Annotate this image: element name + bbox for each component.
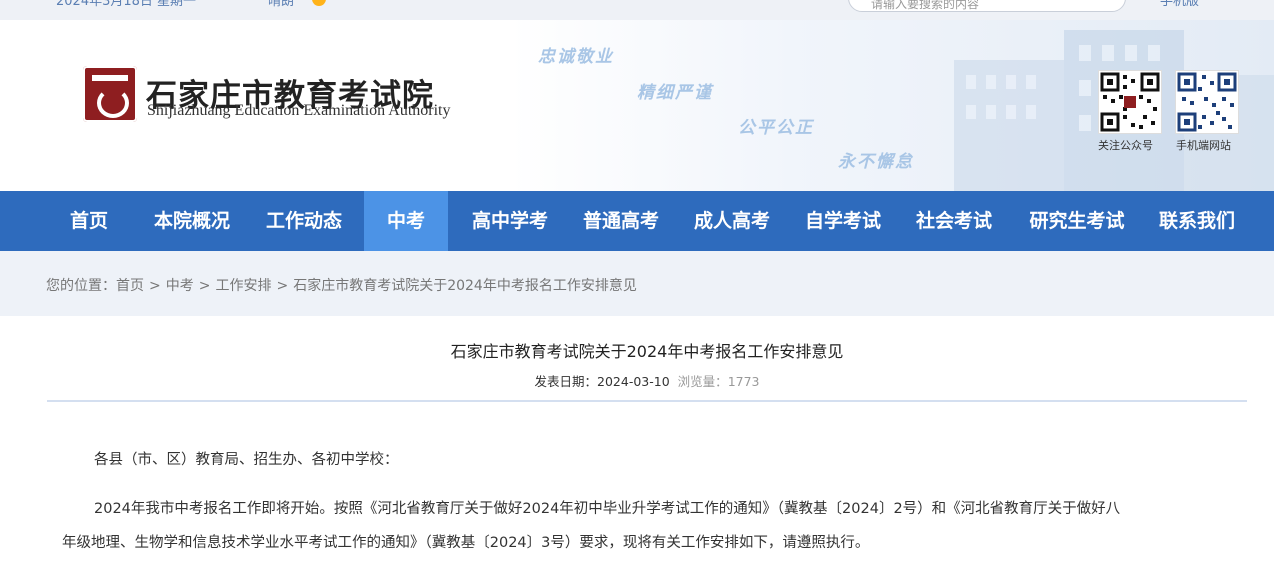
breadcrumb: 您的位置：首页 > 中考 > 工作安排 > 石家庄市教育考试院关于2024年中考报名工作安排… [46, 275, 637, 295]
sun-icon [312, 0, 326, 6]
breadcrumb-prefix: 您的位置： [46, 278, 116, 294]
search-input[interactable]: 请输入要搜索的内容 [848, 0, 1126, 12]
breadcrumb-separator: > [276, 278, 289, 294]
views-label: 浏览量： [677, 374, 728, 389]
nav-item-contact[interactable]: 联系我们 [1145, 191, 1249, 251]
mobile-site-qr-code [1175, 70, 1239, 134]
article-title: 石家庄市教育考试院关于2024年中考报名工作安排意见 [450, 342, 844, 361]
mobile-site-qr-label: 手机端网站 [1176, 139, 1231, 152]
wechat-qr-label: 关注公众号 [1098, 139, 1153, 152]
breadcrumb-current-article[interactable]: 石家庄市教育考试院关于2024年中考报名工作安排意见 [293, 278, 637, 294]
breadcrumb-zhongkao[interactable]: 中考 [166, 278, 194, 294]
weather-text: 晴朗 [268, 0, 295, 9]
site-title-english: Shijiazhuang Education Examination Autho… [147, 102, 451, 119]
nav-item-adult-exam[interactable]: 成人高考 [680, 191, 784, 251]
motto-3: 公平公正 [738, 118, 814, 138]
nav-item-home[interactable]: 首页 [50, 191, 128, 251]
breadcrumb-work-arrangement[interactable]: 工作安排 [215, 278, 271, 294]
title-divider [47, 400, 1247, 402]
article-paragraph-line-1: 2024年我市中考报名工作即将开始。按照《河北省教育厅关于做好2024年初中毕业… [94, 501, 1121, 517]
breadcrumb-bar: 您的位置：首页 > 中考 > 工作安排 > 石家庄市教育考试院关于2024年中考报名工作安排… [0, 251, 1274, 316]
header-banner: 石家庄市教育考试院 Shijiazhuang Education Examina… [0, 20, 1274, 191]
breadcrumb-home[interactable]: 首页 [116, 278, 144, 294]
publish-date-label: 发表日期： [534, 374, 598, 389]
nav-item-social-exam[interactable]: 社会考试 [902, 191, 1006, 251]
article-meta: 发表日期：2024-03-10 浏览量：1773 [0, 371, 1274, 390]
motto-4: 永不懈怠 [838, 152, 914, 172]
nav-item-self-study-exam[interactable]: 自学考试 [791, 191, 895, 251]
views-count: 1773 [727, 374, 760, 389]
mobile-version-link[interactable]: 手机版 [1160, 0, 1199, 9]
breadcrumb-separator: > [149, 278, 161, 294]
breadcrumb-separator: > [198, 278, 211, 294]
main-nav: 首页 本院概况 工作动态 中考 高中学考 普通高考 成人高考 自学考试 社会考试… [0, 191, 1274, 251]
current-date: 2024年3月18日 星期一 [56, 0, 197, 9]
publish-date: 2024-03-10 [597, 374, 670, 389]
nav-item-gaokao[interactable]: 普通高考 [569, 191, 673, 251]
nav-item-graduate-exam[interactable]: 研究生考试 [1015, 191, 1139, 251]
search-placeholder: 请输入要搜索的内容 [871, 0, 980, 11]
motto-1: 忠诚敬业 [538, 47, 614, 67]
nav-item-about[interactable]: 本院概况 [140, 191, 244, 251]
article-salutation: 各县（市、区）教育局、招生办、各初中学校： [94, 452, 399, 468]
logo-seal-icon [83, 66, 137, 122]
top-bar: 2024年3月18日 星期一 晴朗 请输入要搜索的内容 手机版 [0, 0, 1274, 20]
article-paragraph-line-2: 年级地理、生物学和信息技术学业水平考试工作的通知》（冀教基〔2024〕3号）要求… [62, 535, 870, 551]
nav-item-news[interactable]: 工作动态 [252, 191, 356, 251]
nav-item-high-school-exam[interactable]: 高中学考 [458, 191, 562, 251]
nav-item-zhongkao[interactable]: 中考 [364, 191, 448, 251]
wechat-qr-code [1098, 70, 1162, 134]
motto-2: 精细严谨 [637, 83, 713, 103]
